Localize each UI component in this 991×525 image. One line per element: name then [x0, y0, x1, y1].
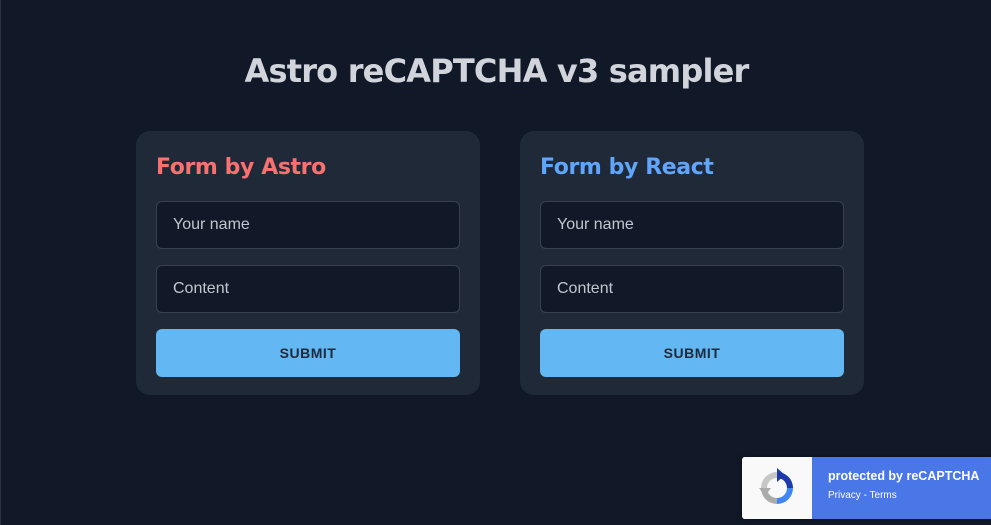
astro-submit-button[interactable]: SUBMIT: [156, 329, 460, 377]
react-form-title: Form by React: [540, 155, 714, 180]
page-title: Astro reCAPTCHA v3 sampler: [244, 52, 749, 90]
astro-form-title: Form by Astro: [156, 155, 326, 180]
terms-link[interactable]: Terms: [870, 490, 897, 501]
recaptcha-badge[interactable]: protected by reCAPTCHA Privacy - Terms: [742, 457, 991, 519]
react-name-input[interactable]: [540, 201, 844, 249]
recaptcha-badge-text: protected by reCAPTCHA Privacy - Terms: [812, 457, 991, 519]
react-content-input[interactable]: [540, 265, 844, 313]
link-separator: -: [860, 490, 870, 501]
recaptcha-protected-text: protected by reCAPTCHA: [828, 469, 980, 483]
astro-form-card: Form by Astro SUBMIT: [136, 131, 480, 395]
react-form-card: Form by React SUBMIT: [520, 131, 864, 395]
page: Astro reCAPTCHA v3 sampler Form by Astro…: [0, 0, 991, 525]
recaptcha-logo-icon: [742, 457, 812, 519]
astro-content-input[interactable]: [156, 265, 460, 313]
privacy-link[interactable]: Privacy: [828, 490, 861, 501]
recaptcha-links: Privacy - Terms: [828, 490, 991, 502]
react-submit-button[interactable]: SUBMIT: [540, 329, 844, 377]
astro-name-input[interactable]: [156, 201, 460, 249]
